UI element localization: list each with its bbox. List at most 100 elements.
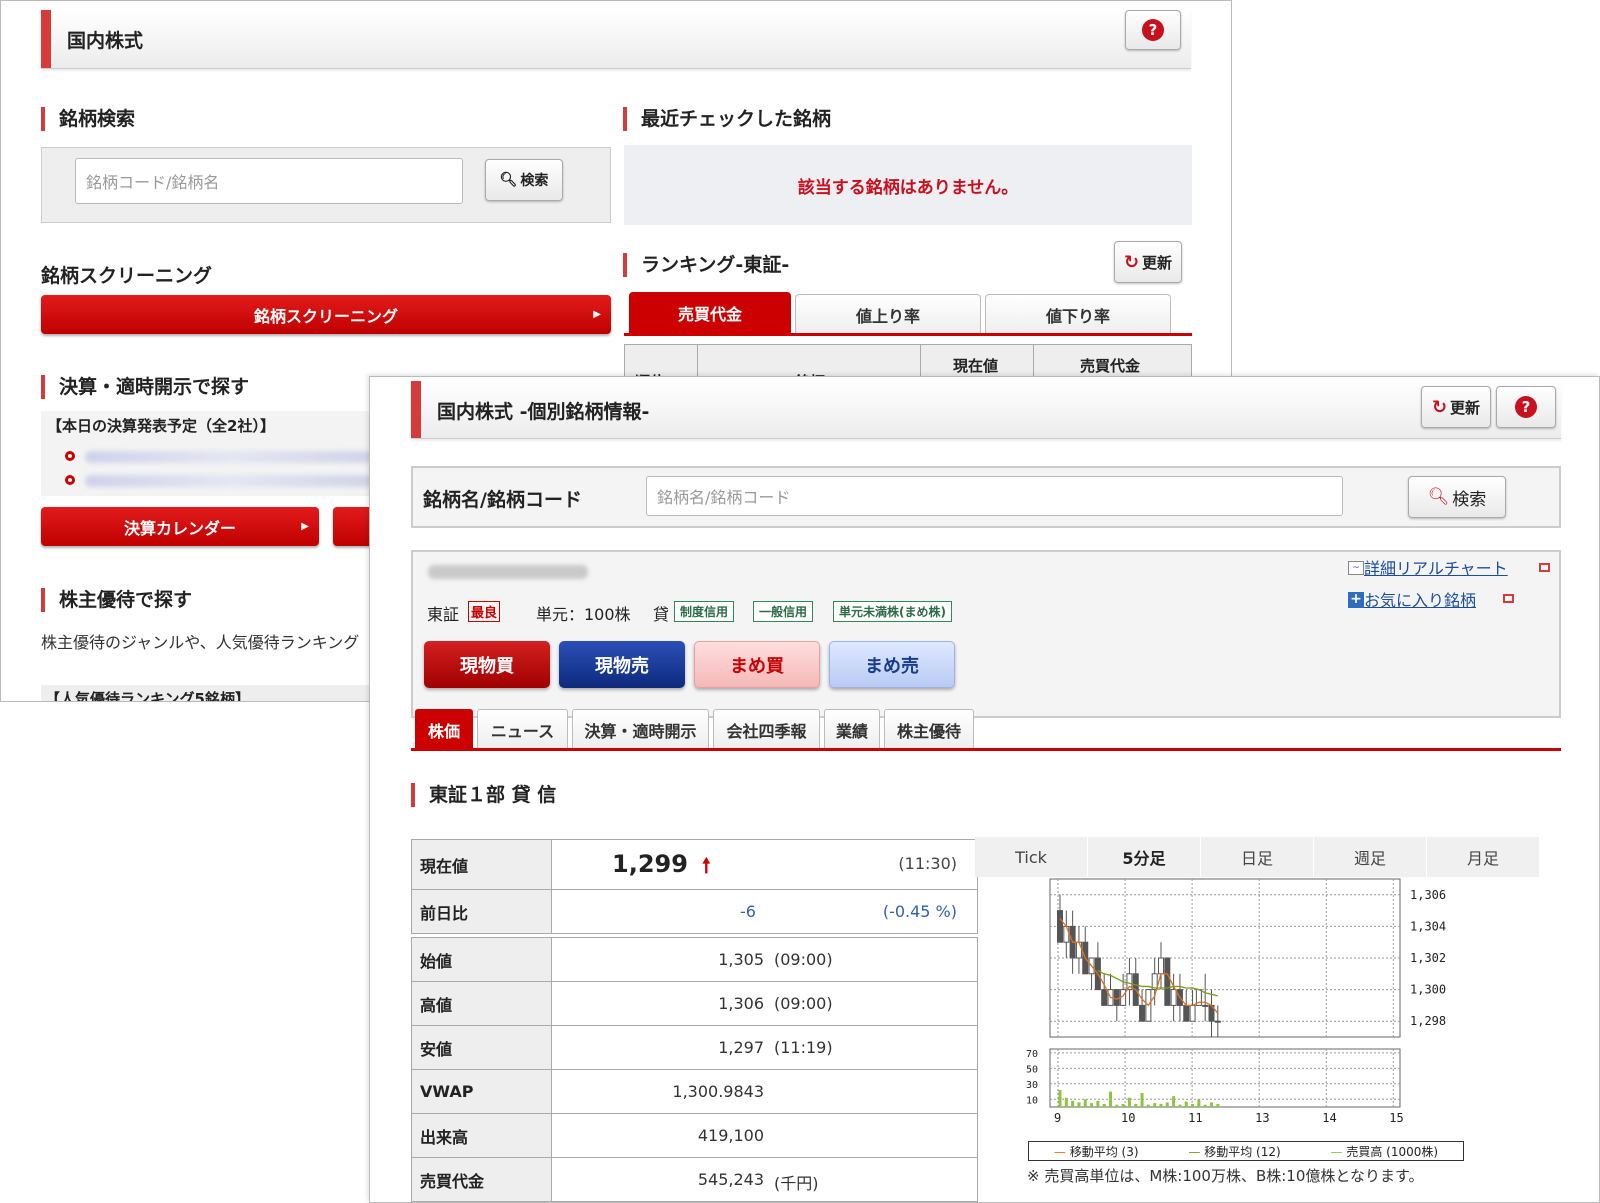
benefit-section-title: 株主優待で探す (41, 588, 192, 612)
stock-unit: 単元：100株 (536, 605, 631, 624)
volume-bar (1134, 1103, 1138, 1107)
tab-performance[interactable]: 業績 (824, 709, 880, 749)
volume-bar (1153, 1103, 1157, 1107)
tab-benefits[interactable]: 株主優待 (884, 709, 974, 749)
legend-ma3: 移動平均 (3) (1069, 1144, 1139, 1159)
candle-body (1063, 925, 1070, 943)
y-tick-label: 1,302 (1410, 951, 1446, 965)
table-row: VWAP 1,300.9843 (411, 1069, 978, 1114)
buy-odd-lot-button[interactable]: まめ買 (694, 641, 820, 688)
table-row: 前日比 -6 (-0.45 %) (411, 889, 978, 934)
candle-body (1101, 989, 1108, 1006)
sell-spot-button[interactable]: 現物売 (559, 641, 685, 688)
quote-row-label: 売買代金 (411, 1157, 552, 1202)
stock-lending: 貸 (653, 605, 670, 624)
ranking-tab-losers[interactable]: 値下り率 (985, 294, 1171, 334)
candle-body (1075, 941, 1082, 959)
blurred-company-link[interactable] (85, 451, 375, 463)
arrow-up-icon: 🠕 (702, 853, 711, 877)
volume-tick-label: 70 (1026, 1049, 1038, 1060)
ranking-tab-gainers[interactable]: 値上り率 (795, 294, 981, 334)
candle-body (1057, 910, 1063, 943)
candle-body (1170, 989, 1177, 1006)
price-label: 現在値 (411, 839, 552, 890)
legend-volume-swatch: — (1330, 1144, 1343, 1159)
buy-spot-button[interactable]: 現物買 (424, 641, 550, 688)
quote-row-note: (09:00) (774, 950, 833, 969)
candle-body (1164, 957, 1171, 1006)
volume-tick-label: 30 (1026, 1080, 1038, 1091)
quote-row-label: 出来高 (411, 1113, 552, 1158)
x-tick-label: 14 (1322, 1111, 1336, 1125)
volume-bar (1165, 1102, 1169, 1107)
ranking-refresh-button[interactable]: ↻ 更新 (1114, 241, 1182, 283)
recent-section-title: 最近チェックした銘柄 (623, 107, 831, 131)
table-row: 売買代金 545,243 (千円) (411, 1157, 978, 1202)
quote-row-label: VWAP (411, 1069, 552, 1114)
volume-tick-label: 50 (1026, 1064, 1038, 1075)
quote-row-label: 安値 (411, 1025, 552, 1070)
tab-disclosure[interactable]: 決算・適時開示 (572, 709, 709, 749)
search-button[interactable]: 🔍︎ 検索 (485, 159, 563, 201)
search-section-title: 銘柄検索 (41, 107, 135, 131)
change-cell: -6 (-0.45 %) (551, 889, 978, 934)
tab-news[interactable]: ニュース (477, 709, 568, 749)
legend-volume: 売買高 (1000株) (1346, 1144, 1439, 1159)
realtime-chart-link[interactable]: 詳細リアルチャート (1364, 555, 1508, 579)
volume-bar (1115, 1104, 1119, 1107)
y-tick-label: 1,306 (1410, 888, 1446, 902)
quote-row-value: 1,297 (718, 1038, 764, 1057)
front-search-input[interactable]: 銘柄名/銘柄コード (646, 476, 1343, 516)
change-value: -6 (740, 902, 756, 921)
quote-row-value: 419,100 (697, 1126, 764, 1145)
sell-odd-lot-button[interactable]: まめ売 (829, 641, 955, 688)
favorite-link[interactable]: お気に入り銘柄 (1364, 587, 1476, 611)
ranking-tab-turnover[interactable]: 売買代金 (629, 292, 791, 334)
volume-bar (1172, 1096, 1176, 1107)
table-row: 安値 1,297 (11:19) (411, 1025, 978, 1070)
chart-legend: — 移動平均 (3) — 移動平均 (12) — 売買高 (1000株) (1028, 1141, 1464, 1161)
volume-bar (1064, 1097, 1068, 1107)
tab-shikiho[interactable]: 会社四季報 (713, 709, 820, 749)
front-help-button[interactable]: ? (1496, 386, 1556, 428)
blurred-stock-name (428, 565, 588, 579)
stock-search-input[interactable]: 銘柄コード/銘柄名 (75, 158, 463, 204)
bullet-icon (65, 451, 75, 461)
legend-ma3-swatch: — (1053, 1144, 1066, 1159)
x-tick-label: 11 (1188, 1111, 1202, 1125)
legend-ma12-swatch: — (1188, 1144, 1201, 1159)
volume-bar (1203, 1104, 1207, 1107)
recent-empty-message: 該当する銘柄はありません。 (797, 177, 1019, 198)
volume-bar (1071, 1100, 1075, 1107)
help-icon: ? (1515, 396, 1537, 418)
volume-bar (1090, 1103, 1094, 1107)
front-search-button[interactable]: 🔍︎ 検索 (1408, 476, 1506, 518)
chart-link-icon: ~ (1348, 561, 1364, 575)
ohlc-table: 始値 1,305 (09:00) 高値 1,306 (09:00) 安値 1,297 (11:1… (411, 937, 978, 1202)
tabs-underline (411, 748, 1561, 751)
volume-bar (1121, 1103, 1125, 1107)
quote-row-value-cell: 1,305 (09:00) (551, 937, 978, 982)
quote-section-title: 東証１部 貸 信 (411, 783, 556, 807)
quote-row-value-cell: 1,306 (09:00) (551, 981, 978, 1026)
quote-row-value: 1,306 (718, 994, 764, 1013)
candle-body (1183, 1004, 1190, 1022)
front-header: 国内株式 -個別銘柄情報- (411, 381, 1561, 439)
tab-stock-price[interactable]: 株価 (415, 709, 473, 749)
quote-row-value: 545,243 (697, 1170, 764, 1189)
bullet-icon (65, 475, 75, 485)
disclosure-notice: 【本日の決算発表予定（全2社）】 (47, 417, 275, 435)
badge-margin-general: 一般信用 (753, 601, 814, 622)
screening-button[interactable]: 銘柄スクリーニング ▶ (41, 295, 611, 334)
volume-tick-label: 10 (1026, 1095, 1038, 1106)
front-refresh-button[interactable]: ↻ 更新 (1421, 386, 1491, 428)
volume-bar (1108, 1091, 1112, 1107)
blurred-company-link[interactable] (85, 475, 375, 487)
earnings-calendar-button[interactable]: 決算カレンダー ▶ (41, 507, 319, 546)
candle-body (1139, 1004, 1146, 1022)
x-tick-label: 13 (1255, 1111, 1269, 1125)
help-button[interactable]: ? (1125, 10, 1181, 50)
table-row: 高値 1,306 (09:00) (411, 981, 978, 1026)
arrow-right-icon: ▶ (301, 521, 309, 532)
rank-col-price: 現在値 (953, 357, 999, 375)
